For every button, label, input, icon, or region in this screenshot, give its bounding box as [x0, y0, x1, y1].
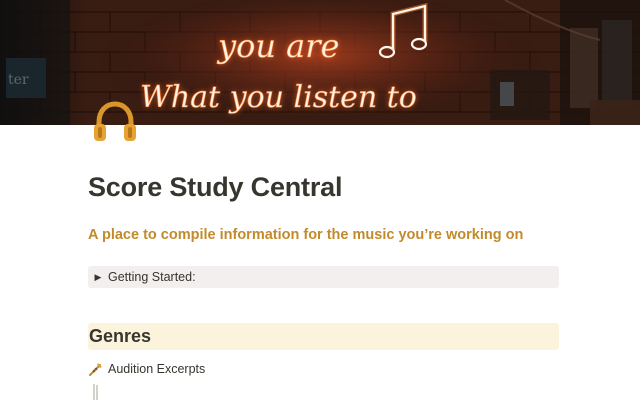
heading-text: Genres — [89, 326, 152, 346]
svg-text:ter: ter — [8, 72, 29, 88]
page-title[interactable]: Score Study Central — [88, 172, 342, 203]
headphones-icon[interactable] — [92, 100, 138, 144]
getting-started-toggle[interactable]: ▶ Getting Started: — [88, 266, 559, 288]
list-item-label: Audition Excerpts — [108, 362, 206, 376]
toggle-label: Getting Started: — [108, 270, 196, 284]
neon-line-2: What you listen to — [140, 80, 417, 115]
audition-excerpts-link[interactable]: Audition Excerpts — [88, 360, 205, 378]
triangle-right-icon[interactable]: ▶ — [89, 272, 107, 283]
genres-heading: Genres — [88, 323, 559, 350]
next-item-icon — [91, 381, 107, 400]
notion-page: ter you are What you listen to you are W… — [0, 0, 640, 400]
page-subtitle: A place to compile information for the m… — [88, 227, 524, 243]
neon-line-1: you are — [216, 27, 339, 65]
trumpet-icon — [88, 361, 104, 377]
